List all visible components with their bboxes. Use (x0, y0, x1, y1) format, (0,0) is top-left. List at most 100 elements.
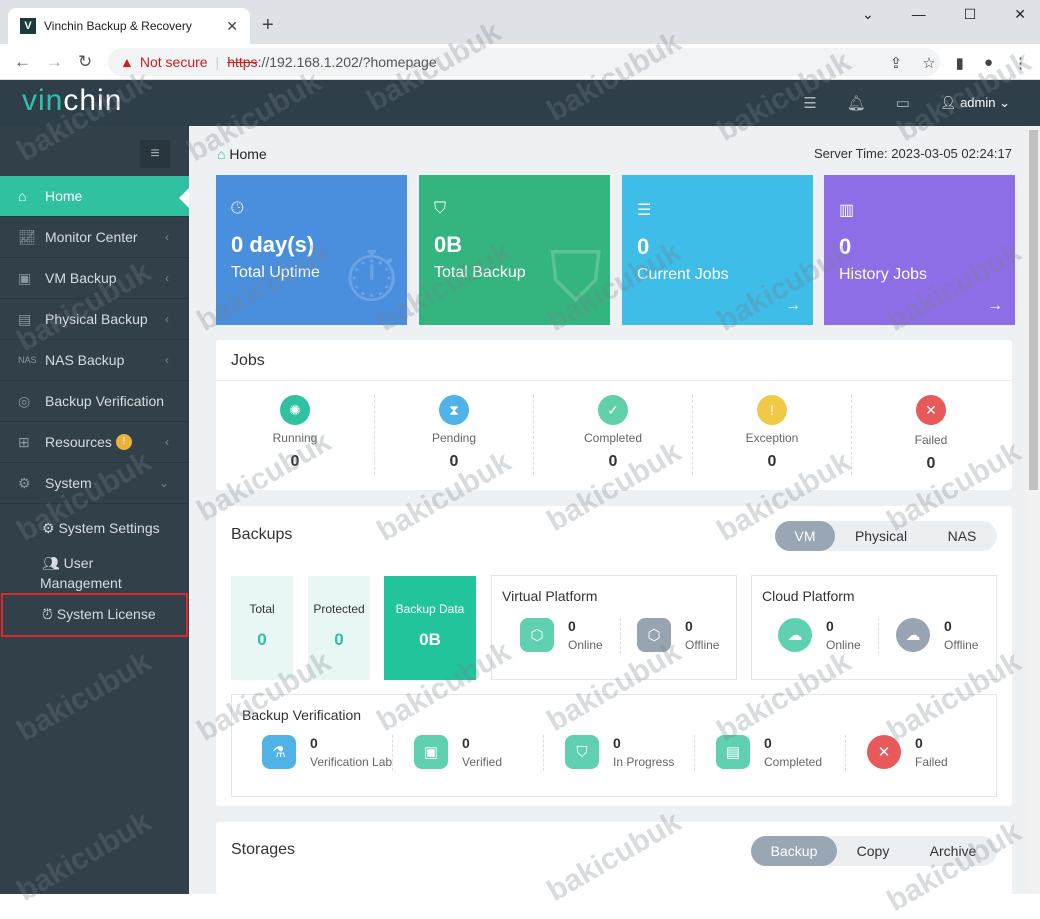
hourglass-icon: ⧗ (439, 395, 469, 425)
close-window-icon[interactable]: ✕ (1014, 6, 1026, 23)
flask-icon: ⚗ (262, 735, 296, 769)
url-input[interactable]: ▲ Not secure | https ://192.168.1.202/?h… (108, 48, 1028, 76)
share-icon[interactable]: ⇪ (890, 54, 903, 72)
storages-type-tabs: Backup Copy Archive (751, 836, 997, 866)
tab-copy[interactable]: Copy (837, 836, 909, 866)
profile-icon[interactable]: ● (984, 54, 993, 72)
scrollbar[interactable] (1027, 126, 1040, 894)
vm-icon: ▣ (414, 735, 448, 769)
shield-icon: ⛉ (434, 200, 447, 217)
jobs-title: Jobs (231, 352, 265, 369)
url-scheme: https (227, 54, 258, 70)
sidebar-item-vm-backup[interactable]: ▣ VM Backup ‹ (0, 258, 189, 299)
reload-icon[interactable]: ↻ (78, 52, 92, 72)
sidebar-sub-system-settings[interactable]: ⚙ System Settings (42, 520, 160, 537)
address-bar: ← → ↻ ▲ Not secure | https ://192.168.1.… (0, 44, 1040, 80)
forward-icon[interactable]: → (46, 52, 63, 72)
user-menu[interactable]: 👤︎ admin ⌄ (940, 95, 1010, 111)
hamburger-icon[interactable]: ≡ (140, 140, 170, 168)
sidebar-item-home[interactable]: ⌂ Home (0, 176, 189, 217)
menu-icon[interactable]: ⋮ (1013, 54, 1028, 72)
alert-badge: ! (115, 434, 132, 450)
tab-archive[interactable]: Archive (909, 836, 997, 866)
browser-tab-strip: V Vinchin Backup & Recovery ✕ + ⌄ — ☐ ✕ (0, 0, 1040, 44)
chevron-down-icon[interactable]: ⌄ (862, 6, 874, 23)
sidebar-item-resources[interactable]: ⊞ Resources ! ‹ (0, 422, 189, 463)
sidebar-sub-user-management[interactable]: 👥︎ User Management (40, 553, 122, 593)
main-content: ⌂ Home Server Time: 2023-03-05 02:24:17 … (189, 126, 1027, 894)
cloud-icon: ☁ (896, 618, 930, 652)
home-icon: ⌂ (217, 146, 226, 162)
arrow-right-icon[interactable]: → (785, 297, 801, 315)
job-failed[interactable]: ✕ Failed 0 (852, 395, 1010, 473)
backups-type-tabs: VM Physical NAS (775, 521, 997, 551)
backups-title: Backups (231, 526, 293, 543)
storages-panel: Storages Backup Copy Archive (216, 822, 1012, 894)
cloud-icon: ☁ (778, 618, 812, 652)
cube-icon: ⬡ (637, 618, 671, 652)
shield-icon: ⛉ (565, 735, 599, 769)
tab-physical[interactable]: Physical (835, 521, 927, 551)
warning-icon: ▲ (120, 54, 134, 70)
sidepanel-icon[interactable]: ▮ (956, 54, 964, 72)
sidebar-item-nas-backup[interactable]: NAS NAS Backup ‹ (0, 340, 189, 381)
bell-icon[interactable]: 🔔︎ (847, 94, 866, 112)
url-path: ://192.168.1.202/?homepage (257, 54, 437, 70)
server-time: Server Time: 2023-03-05 02:24:17 (813, 146, 1012, 161)
virtual-platform-box: Virtual Platform ⬡ 0 Online ⬡ 0 Offline (491, 575, 737, 680)
verify-icon: ◎ (18, 392, 31, 409)
new-tab-button[interactable]: + (262, 14, 274, 37)
x-icon: ✕ (916, 395, 946, 425)
job-running[interactable]: ✺ Running 0 (216, 395, 374, 471)
minimize-icon[interactable]: — (912, 6, 926, 23)
server-icon: ▤ (18, 310, 32, 327)
storages-title: Storages (231, 841, 296, 858)
exclamation-icon: ! (757, 395, 787, 425)
tab-backup[interactable]: Backup (751, 836, 837, 866)
vinchin-logo[interactable]: vinchin (22, 84, 122, 118)
total-tile: Total 0 (231, 576, 293, 680)
jobs-panel: Jobs ✺ Running 0 ⧗ Pending 0 ✓ Completed 0 … (216, 340, 1012, 490)
backup-verification-box: Backup Verification ⚗ 0 Verification Lab ▣… (231, 694, 997, 797)
tab-nas[interactable]: NAS (927, 521, 997, 551)
backup-data-tile: Backup Data 0B (384, 576, 476, 680)
document-icon: ▤ (716, 735, 750, 769)
favicon: V (20, 18, 36, 34)
check-icon: ✓ (598, 395, 628, 425)
resources-icon: ⊞ (18, 433, 30, 450)
list-icon[interactable]: ☰ (803, 94, 816, 112)
card-history-jobs[interactable]: ▥ 0 History Jobs → (824, 175, 1015, 325)
clock-icon: 🕒︎ (231, 200, 244, 217)
card-total-uptime[interactable]: 🕒︎ 0 day(s) Total Uptime ⏱ (216, 175, 407, 325)
sidebar-item-physical-backup[interactable]: ▤ Physical Backup ‹ (0, 299, 189, 340)
highlight-box (1, 593, 188, 637)
back-icon[interactable]: ← (14, 52, 31, 72)
list-icon: ☰ (637, 202, 652, 219)
sidebar-item-system[interactable]: ⚙ System ⌄ (0, 463, 189, 504)
home-icon: ⌂ (18, 188, 27, 204)
job-completed[interactable]: ✓ Completed 0 (534, 395, 692, 471)
breadcrumb: ⌂ Home (217, 146, 267, 162)
browser-tab[interactable]: V Vinchin Backup & Recovery ✕ (8, 8, 250, 44)
card-total-backup[interactable]: ⛉ 0B Total Backup ⛉ (419, 175, 610, 325)
nas-icon: NAS (18, 355, 37, 365)
tab-title: Vinchin Backup & Recovery (44, 19, 192, 33)
job-pending[interactable]: ⧗ Pending 0 (375, 395, 533, 471)
screen-icon[interactable]: ▭ (896, 94, 910, 112)
sidebar: ≡ ⌂ Home 📈︎ Monitor Center ‹ ▣ VM Backup ‹ ▤ P… (0, 126, 189, 894)
maximize-icon[interactable]: ☐ (964, 6, 977, 23)
sidebar-item-monitor-center[interactable]: 📈︎ Monitor Center ‹ (0, 217, 189, 258)
gear-icon: ⚙ (18, 474, 31, 491)
spinner-icon: ✺ (280, 395, 310, 425)
sidebar-item-backup-verification[interactable]: ◎ Backup Verification (0, 381, 189, 422)
card-current-jobs[interactable]: ☰ 0 Current Jobs → (622, 175, 813, 325)
arrow-right-icon[interactable]: → (987, 297, 1003, 315)
job-exception[interactable]: ! Exception 0 (693, 395, 851, 471)
star-icon[interactable]: ☆ (922, 54, 935, 72)
close-tab-icon[interactable]: ✕ (226, 18, 238, 35)
chart-icon: ▥ (839, 202, 855, 219)
not-secure-label[interactable]: Not secure (140, 54, 208, 70)
tab-vm[interactable]: VM (775, 521, 835, 551)
backups-panel: Backups VM Physical NAS Total 0 Protected… (216, 506, 1012, 806)
x-icon: ✕ (867, 735, 901, 769)
